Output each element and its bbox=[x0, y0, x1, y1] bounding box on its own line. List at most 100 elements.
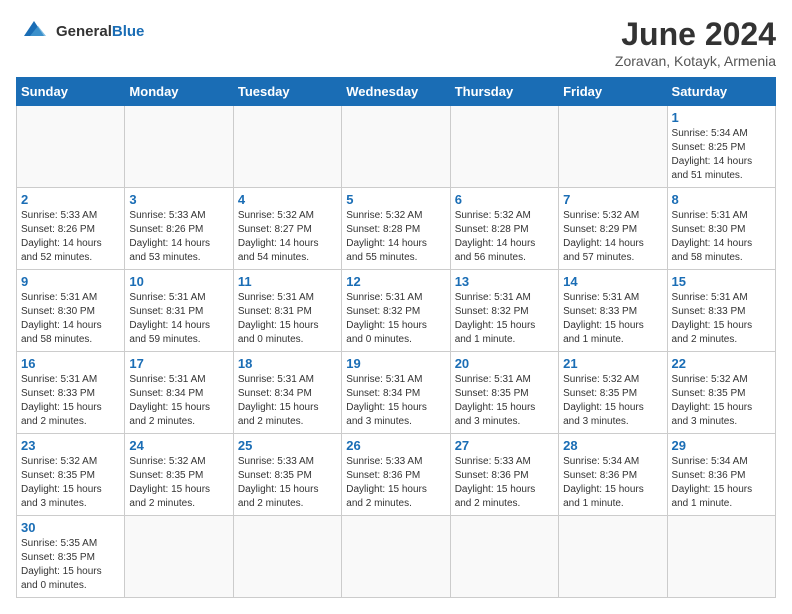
day-number: 26 bbox=[346, 438, 445, 453]
day-info: Sunrise: 5:33 AM Sunset: 8:35 PM Dayligh… bbox=[238, 455, 337, 511]
day-number: 10 bbox=[129, 274, 228, 289]
calendar-cell: 24 Sunrise: 5:32 AM Sunset: 8:35 PM Dayli… bbox=[125, 434, 233, 516]
day-number: 29 bbox=[672, 438, 771, 453]
day-info: Sunrise: 5:32 AM Sunset: 8:35 PM Dayligh… bbox=[21, 455, 120, 511]
day-info: Sunrise: 5:31 AM Sunset: 8:33 PM Dayligh… bbox=[672, 291, 771, 347]
calendar-cell: 19Sunrise: 5:31 AM Sunset: 8:34 PM Dayli… bbox=[342, 352, 450, 434]
day-number: 23 bbox=[21, 438, 120, 453]
day-number: 7 bbox=[563, 192, 662, 207]
day-info: Sunrise: 5:31 AM Sunset: 8:33 PM Dayligh… bbox=[563, 291, 662, 347]
day-info: Sunrise: 5:32 AM Sunset: 8:29 PM Dayligh… bbox=[563, 209, 662, 265]
day-info: Sunrise: 5:31 AM Sunset: 8:35 PM Dayligh… bbox=[455, 373, 554, 429]
calendar-cell bbox=[559, 516, 667, 598]
calendar-subtitle: Zoravan, Kotayk, Armenia bbox=[615, 53, 776, 69]
calendar-cell bbox=[450, 106, 558, 188]
day-number: 27 bbox=[455, 438, 554, 453]
day-info: Sunrise: 5:34 AM Sunset: 8:36 PM Dayligh… bbox=[563, 455, 662, 511]
day-info: Sunrise: 5:35 AM Sunset: 8:35 PM Dayligh… bbox=[21, 537, 120, 593]
day-number: 24 bbox=[129, 438, 228, 453]
calendar-cell: 1 Sunrise: 5:34 AM Sunset: 8:25 PM Daylig… bbox=[667, 106, 775, 188]
calendar-table: SundayMondayTuesdayWednesdayThursdayFrid… bbox=[16, 77, 776, 598]
day-info: Sunrise: 5:31 AM Sunset: 8:32 PM Dayligh… bbox=[346, 291, 445, 347]
day-number: 15 bbox=[672, 274, 771, 289]
day-number: 14 bbox=[563, 274, 662, 289]
calendar-cell: 16Sunrise: 5:31 AM Sunset: 8:33 PM Dayli… bbox=[17, 352, 125, 434]
calendar-cell: 30Sunrise: 5:35 AM Sunset: 8:35 PM Dayli… bbox=[17, 516, 125, 598]
calendar-cell: 20Sunrise: 5:31 AM Sunset: 8:35 PM Dayli… bbox=[450, 352, 558, 434]
calendar-cell: 21 Sunrise: 5:32 AM Sunset: 8:35 PM Dayli… bbox=[559, 352, 667, 434]
calendar-cell bbox=[233, 106, 341, 188]
calendar-title: June 2024 bbox=[615, 16, 776, 53]
calendar-cell: 2 Sunrise: 5:33 AM Sunset: 8:26 PM Daylig… bbox=[17, 188, 125, 270]
calendar-cell: 22Sunrise: 5:32 AM Sunset: 8:35 PM Dayli… bbox=[667, 352, 775, 434]
day-number: 5 bbox=[346, 192, 445, 207]
day-info: Sunrise: 5:32 AM Sunset: 8:35 PM Dayligh… bbox=[563, 373, 662, 429]
day-info: Sunrise: 5:31 AM Sunset: 8:31 PM Dayligh… bbox=[129, 291, 228, 347]
logo: GeneralBlue bbox=[16, 16, 144, 46]
day-number: 13 bbox=[455, 274, 554, 289]
week-row-4: 16Sunrise: 5:31 AM Sunset: 8:33 PM Dayli… bbox=[17, 352, 776, 434]
calendar-cell: 4Sunrise: 5:32 AM Sunset: 8:27 PM Daylig… bbox=[233, 188, 341, 270]
calendar-cell: 7 Sunrise: 5:32 AM Sunset: 8:29 PM Daylig… bbox=[559, 188, 667, 270]
logo-text: GeneralBlue bbox=[56, 23, 144, 40]
day-number: 19 bbox=[346, 356, 445, 371]
header: GeneralBlue June 2024 Zoravan, Kotayk, A… bbox=[16, 16, 776, 69]
day-number: 28 bbox=[563, 438, 662, 453]
day-info: Sunrise: 5:32 AM Sunset: 8:35 PM Dayligh… bbox=[129, 455, 228, 511]
logo-icon bbox=[16, 16, 52, 46]
day-number: 17 bbox=[129, 356, 228, 371]
calendar-cell bbox=[342, 106, 450, 188]
calendar-cell: 5 Sunrise: 5:32 AM Sunset: 8:28 PM Daylig… bbox=[342, 188, 450, 270]
calendar-cell: 17Sunrise: 5:31 AM Sunset: 8:34 PM Dayli… bbox=[125, 352, 233, 434]
day-number: 9 bbox=[21, 274, 120, 289]
calendar-cell: 11Sunrise: 5:31 AM Sunset: 8:31 PM Dayli… bbox=[233, 270, 341, 352]
calendar-cell bbox=[17, 106, 125, 188]
calendar-cell bbox=[125, 106, 233, 188]
calendar-cell: 27Sunrise: 5:33 AM Sunset: 8:36 PM Dayli… bbox=[450, 434, 558, 516]
day-info: Sunrise: 5:32 AM Sunset: 8:28 PM Dayligh… bbox=[346, 209, 445, 265]
calendar-cell bbox=[233, 516, 341, 598]
calendar-cell: 18Sunrise: 5:31 AM Sunset: 8:34 PM Dayli… bbox=[233, 352, 341, 434]
day-info: Sunrise: 5:34 AM Sunset: 8:36 PM Dayligh… bbox=[672, 455, 771, 511]
title-area: June 2024 Zoravan, Kotayk, Armenia bbox=[615, 16, 776, 69]
calendar-cell bbox=[342, 516, 450, 598]
day-number: 3 bbox=[129, 192, 228, 207]
weekday-header-row: SundayMondayTuesdayWednesdayThursdayFrid… bbox=[17, 78, 776, 106]
weekday-header-friday: Friday bbox=[559, 78, 667, 106]
calendar-cell bbox=[667, 516, 775, 598]
calendar-cell: 29 Sunrise: 5:34 AM Sunset: 8:36 PM Dayli… bbox=[667, 434, 775, 516]
calendar-cell: 23 Sunrise: 5:32 AM Sunset: 8:35 PM Dayli… bbox=[17, 434, 125, 516]
weekday-header-wednesday: Wednesday bbox=[342, 78, 450, 106]
day-number: 25 bbox=[238, 438, 337, 453]
day-number: 18 bbox=[238, 356, 337, 371]
day-number: 2 bbox=[21, 192, 120, 207]
week-row-6: 30Sunrise: 5:35 AM Sunset: 8:35 PM Dayli… bbox=[17, 516, 776, 598]
day-number: 16 bbox=[21, 356, 120, 371]
weekday-header-sunday: Sunday bbox=[17, 78, 125, 106]
day-number: 4 bbox=[238, 192, 337, 207]
calendar-cell: 6Sunrise: 5:32 AM Sunset: 8:28 PM Daylig… bbox=[450, 188, 558, 270]
day-info: Sunrise: 5:33 AM Sunset: 8:26 PM Dayligh… bbox=[21, 209, 120, 265]
calendar-cell: 12 Sunrise: 5:31 AM Sunset: 8:32 PM Dayli… bbox=[342, 270, 450, 352]
calendar-cell: 8Sunrise: 5:31 AM Sunset: 8:30 PM Daylig… bbox=[667, 188, 775, 270]
day-number: 21 bbox=[563, 356, 662, 371]
day-number: 11 bbox=[238, 274, 337, 289]
calendar-cell: 14 Sunrise: 5:31 AM Sunset: 8:33 PM Dayli… bbox=[559, 270, 667, 352]
calendar-cell: 26Sunrise: 5:33 AM Sunset: 8:36 PM Dayli… bbox=[342, 434, 450, 516]
week-row-2: 2 Sunrise: 5:33 AM Sunset: 8:26 PM Daylig… bbox=[17, 188, 776, 270]
day-info: Sunrise: 5:31 AM Sunset: 8:32 PM Dayligh… bbox=[455, 291, 554, 347]
day-info: Sunrise: 5:34 AM Sunset: 8:25 PM Dayligh… bbox=[672, 127, 771, 183]
calendar-cell: 9 Sunrise: 5:31 AM Sunset: 8:30 PM Daylig… bbox=[17, 270, 125, 352]
day-info: Sunrise: 5:31 AM Sunset: 8:30 PM Dayligh… bbox=[672, 209, 771, 265]
calendar-cell: 3Sunrise: 5:33 AM Sunset: 8:26 PM Daylig… bbox=[125, 188, 233, 270]
day-info: Sunrise: 5:31 AM Sunset: 8:30 PM Dayligh… bbox=[21, 291, 120, 347]
calendar-cell: 13 Sunrise: 5:31 AM Sunset: 8:32 PM Dayli… bbox=[450, 270, 558, 352]
calendar-cell: 25 Sunrise: 5:33 AM Sunset: 8:35 PM Dayli… bbox=[233, 434, 341, 516]
week-row-5: 23 Sunrise: 5:32 AM Sunset: 8:35 PM Dayli… bbox=[17, 434, 776, 516]
calendar-cell bbox=[559, 106, 667, 188]
day-number: 1 bbox=[672, 110, 771, 125]
day-number: 12 bbox=[346, 274, 445, 289]
weekday-header-thursday: Thursday bbox=[450, 78, 558, 106]
week-row-3: 9 Sunrise: 5:31 AM Sunset: 8:30 PM Daylig… bbox=[17, 270, 776, 352]
day-info: Sunrise: 5:32 AM Sunset: 8:28 PM Dayligh… bbox=[455, 209, 554, 265]
